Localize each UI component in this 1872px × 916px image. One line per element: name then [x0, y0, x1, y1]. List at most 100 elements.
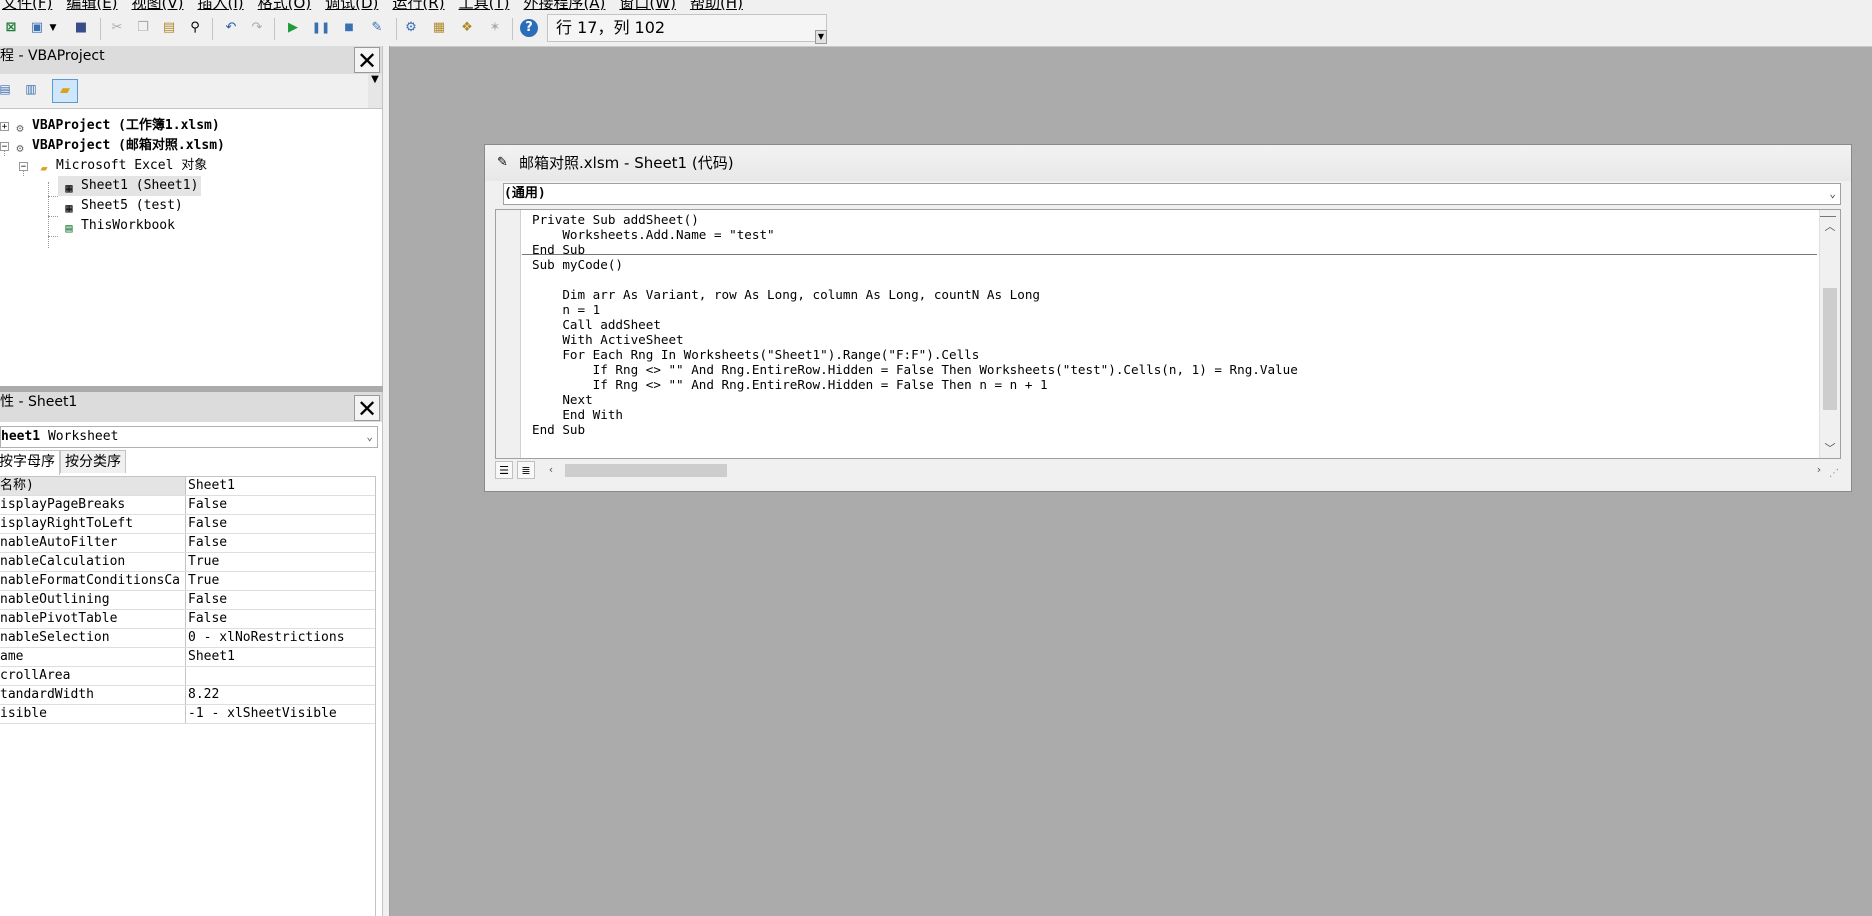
- close-icon[interactable]: ✕: [354, 47, 380, 74]
- property-value[interactable]: False: [188, 534, 227, 552]
- scrollbar-thumb[interactable]: [1823, 288, 1837, 410]
- properties-window-icon[interactable]: ▦: [430, 19, 448, 37]
- property-row[interactable]: isplayRightToLeft False: [0, 515, 376, 534]
- save-icon[interactable]: ■: [72, 19, 90, 37]
- object-selector[interactable]: heet1 Worksheet ⌄: [0, 426, 378, 448]
- property-value[interactable]: False: [188, 591, 227, 609]
- menu-run[interactable]: 运行(R): [392, 0, 444, 12]
- scroll-up-icon[interactable]: ︿: [1820, 218, 1840, 236]
- paste-icon[interactable]: ▤: [160, 19, 178, 37]
- property-value[interactable]: 0 - xlNoRestrictions: [188, 629, 345, 647]
- vba-project-icon: ⚙: [16, 141, 24, 155]
- menu-insert[interactable]: 插入(I): [198, 0, 244, 12]
- find-icon[interactable]: ⚲: [186, 19, 204, 37]
- property-row[interactable]: nableCalculation True: [0, 553, 376, 572]
- collapse-icon[interactable]: −: [19, 162, 28, 172]
- property-name: crollArea: [0, 667, 186, 685]
- code-window-titlebar[interactable]: ✎ 邮箱对照.xlsm - Sheet1 (代码): [485, 145, 1851, 181]
- view-code-icon[interactable]: ▤: [0, 82, 14, 98]
- menu-window[interactable]: 窗口(W): [619, 0, 676, 12]
- code-line: End With: [532, 407, 623, 422]
- property-row[interactable]: 名称) Sheet1: [0, 477, 376, 496]
- property-row[interactable]: tandardWidth 8.22: [0, 686, 376, 705]
- property-row[interactable]: nablePivotTable False: [0, 610, 376, 629]
- toggle-folders-icon[interactable]: ▰: [52, 79, 78, 103]
- redo-icon[interactable]: ↷: [248, 19, 266, 37]
- menu-file[interactable]: 文件(F): [2, 0, 52, 12]
- property-value[interactable]: False: [188, 496, 227, 514]
- horizontal-scrollbar[interactable]: ‹ ›: [543, 461, 1841, 479]
- reset-icon[interactable]: ■: [340, 19, 358, 37]
- code-line: If Rng <> "" And Rng.EntireRow.Hidden = …: [532, 377, 1048, 392]
- property-value[interactable]: True: [188, 572, 219, 590]
- property-value[interactable]: Sheet1: [188, 477, 235, 495]
- object-dropdown-value: (通用): [504, 186, 546, 201]
- tree-item-excel-objects[interactable]: ▰ Microsoft Excel 对象: [36, 156, 207, 176]
- menu-format[interactable]: 格式(O): [258, 0, 312, 12]
- insert-userform-icon[interactable]: ▣: [28, 19, 46, 37]
- menu-addins[interactable]: 外接程序(A): [523, 0, 605, 12]
- design-mode-icon[interactable]: ✎: [368, 19, 386, 37]
- object-browser-icon[interactable]: ❖: [458, 19, 476, 37]
- pane-splitter[interactable]: [383, 46, 390, 916]
- scrollbar-thumb[interactable]: [565, 464, 727, 477]
- menu-tools[interactable]: 工具(T): [459, 0, 510, 12]
- property-value[interactable]: False: [188, 610, 227, 628]
- tab-categorized[interactable]: 按分类序: [60, 450, 126, 473]
- code-editor[interactable]: Private Sub addSheet() Worksheets.Add.Na…: [495, 209, 1841, 459]
- resize-grip-icon[interactable]: ⋰: [1829, 468, 1839, 479]
- vertical-scrollbar[interactable]: ︿ ﹀: [1819, 210, 1840, 458]
- property-row[interactable]: crollArea: [0, 667, 376, 686]
- help-icon[interactable]: ?: [520, 19, 538, 37]
- tree-item-project-workbook1[interactable]: ⚙ VBAProject (工作簿1.xlsm): [12, 116, 219, 136]
- break-icon[interactable]: ❚❚: [312, 19, 330, 37]
- tree-item-thisworkbook[interactable]: ▤ ThisWorkbook: [61, 216, 175, 236]
- tree-connector: [48, 236, 58, 237]
- scroll-right-icon[interactable]: ›: [1811, 461, 1827, 479]
- tree-item-label: VBAProject (邮箱对照.xlsm): [32, 138, 225, 153]
- dropdown-arrow-icon[interactable]: ▼: [48, 19, 58, 37]
- procedure-view-icon[interactable]: ☰: [495, 461, 513, 479]
- copy-icon[interactable]: ❐: [134, 19, 152, 37]
- code-text[interactable]: Private Sub addSheet() Worksheets.Add.Na…: [532, 212, 1298, 437]
- tree-item-sheet5[interactable]: ▦ Sheet5 (test): [61, 196, 182, 216]
- cut-icon[interactable]: ✂: [108, 19, 126, 37]
- run-icon[interactable]: ▶: [284, 19, 302, 37]
- tree-item-project-mailbox[interactable]: ⚙ VBAProject (邮箱对照.xlsm): [12, 136, 225, 156]
- property-row[interactable]: nableFormatConditionsCa True: [0, 572, 376, 591]
- toolbox-icon[interactable]: ✶: [486, 19, 504, 37]
- toolbar-options-icon[interactable]: ▼: [815, 30, 827, 44]
- property-row[interactable]: isible -1 - xlSheetVisible: [0, 705, 376, 724]
- property-row[interactable]: nableOutlining False: [0, 591, 376, 610]
- collapse-icon[interactable]: −: [0, 142, 9, 152]
- property-row[interactable]: nableAutoFilter False: [0, 534, 376, 553]
- view-object-icon[interactable]: ▥: [22, 82, 40, 98]
- full-module-view-icon[interactable]: ≣: [517, 461, 535, 479]
- menu-view[interactable]: 视图(V): [132, 0, 184, 12]
- expand-icon[interactable]: +: [0, 122, 9, 132]
- property-value[interactable]: True: [188, 553, 219, 571]
- close-icon[interactable]: ✕: [354, 395, 380, 422]
- menu-debug[interactable]: 调试(D): [325, 0, 378, 12]
- scroll-down-icon[interactable]: ﹀: [1820, 440, 1840, 458]
- menu-help[interactable]: 帮助(H): [690, 0, 743, 12]
- object-dropdown[interactable]: (通用) ⌄: [503, 183, 1841, 205]
- property-value[interactable]: Sheet1: [188, 648, 235, 666]
- property-value[interactable]: False: [188, 515, 227, 533]
- margin-indicator-bar[interactable]: [496, 210, 521, 458]
- split-bar-handle[interactable]: [1820, 210, 1836, 217]
- excel-icon[interactable]: ⊠: [2, 19, 20, 37]
- property-row[interactable]: nableSelection 0 - xlNoRestrictions: [0, 629, 376, 648]
- scroll-left-icon[interactable]: ‹: [543, 461, 559, 479]
- tree-item-sheet1[interactable]: ▦ Sheet1 (Sheet1): [58, 176, 202, 196]
- menu-edit[interactable]: 编辑(E): [66, 0, 117, 12]
- project-explorer-icon[interactable]: ⚙: [402, 19, 420, 37]
- undo-icon[interactable]: ↶: [222, 19, 240, 37]
- tab-alphabetic[interactable]: 按字母序: [0, 450, 60, 475]
- property-value[interactable]: 8.22: [188, 686, 219, 704]
- property-row[interactable]: ame Sheet1: [0, 648, 376, 667]
- property-row[interactable]: isplayPageBreaks False: [0, 496, 376, 515]
- scroll-down-icon[interactable]: ▼: [368, 74, 382, 108]
- property-value[interactable]: -1 - xlSheetVisible: [188, 705, 337, 723]
